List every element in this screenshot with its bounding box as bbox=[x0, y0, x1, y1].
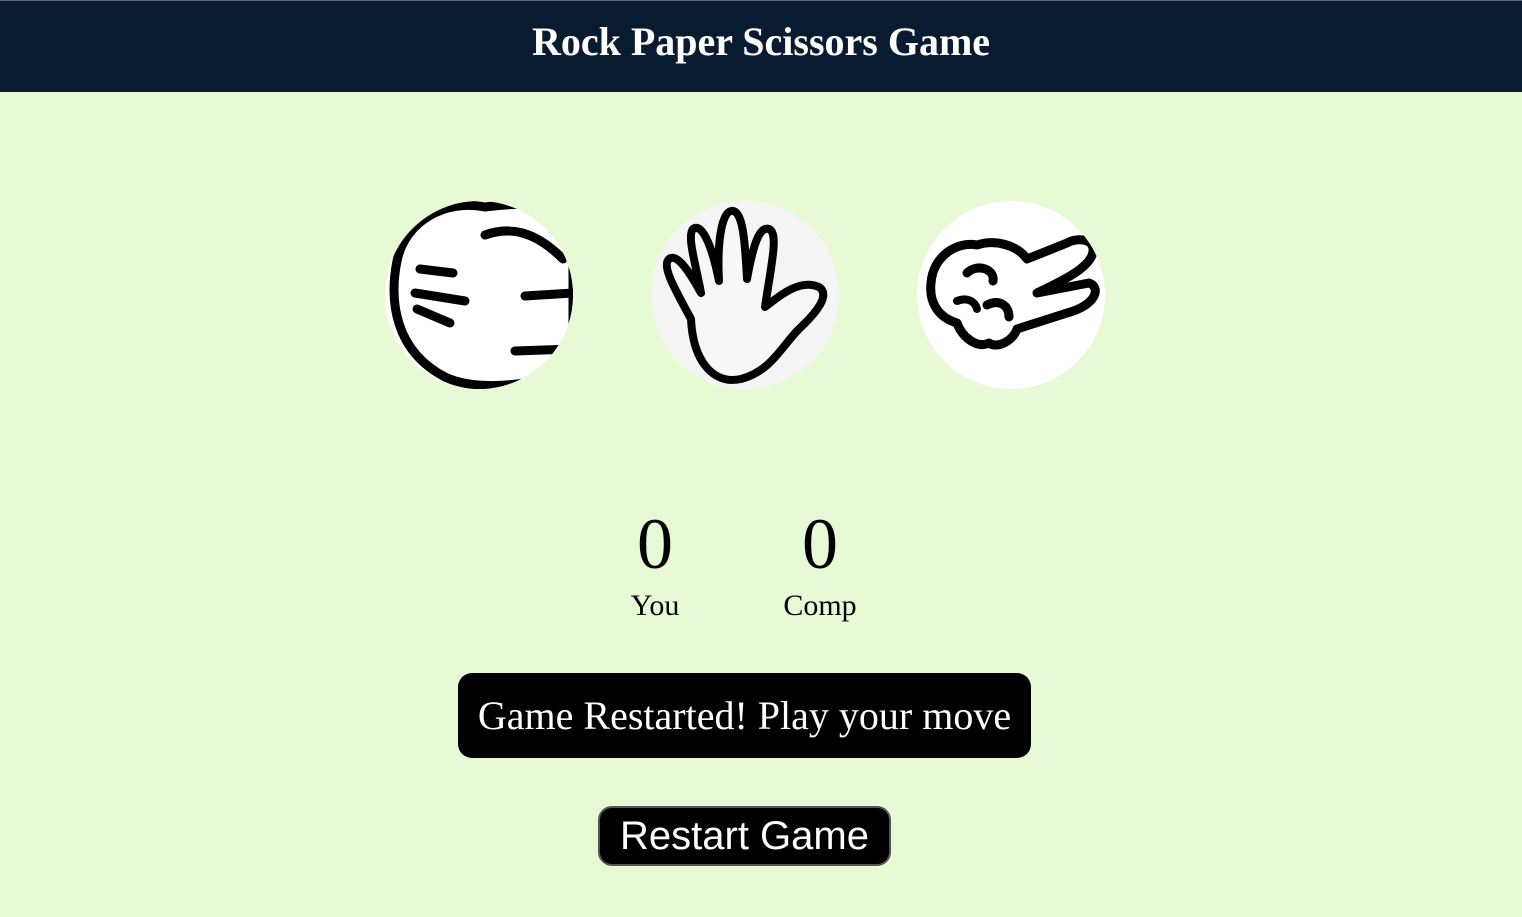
choice-scissors[interactable] bbox=[917, 201, 1105, 389]
score-board: 0 You 0 Comp bbox=[0, 500, 1522, 640]
choices-row bbox=[0, 201, 1522, 391]
app-header: Rock Paper Scissors Game bbox=[0, 0, 1522, 92]
status-message: Game Restarted! Play your move bbox=[458, 673, 1031, 758]
restart-game-button[interactable]: Restart Game bbox=[598, 806, 891, 866]
rock-fist-icon bbox=[389, 201, 573, 389]
choice-paper[interactable] bbox=[651, 201, 839, 389]
scissors-hand-icon bbox=[926, 235, 1100, 350]
comp-score-panel: 0 Comp bbox=[720, 500, 920, 624]
paper-hand-icon bbox=[662, 207, 828, 384]
page-title: Rock Paper Scissors Game bbox=[531, 19, 991, 64]
comp-score: 0 bbox=[802, 504, 838, 584]
choice-rock[interactable] bbox=[385, 201, 573, 389]
comp-score-label: Comp bbox=[783, 589, 857, 622]
